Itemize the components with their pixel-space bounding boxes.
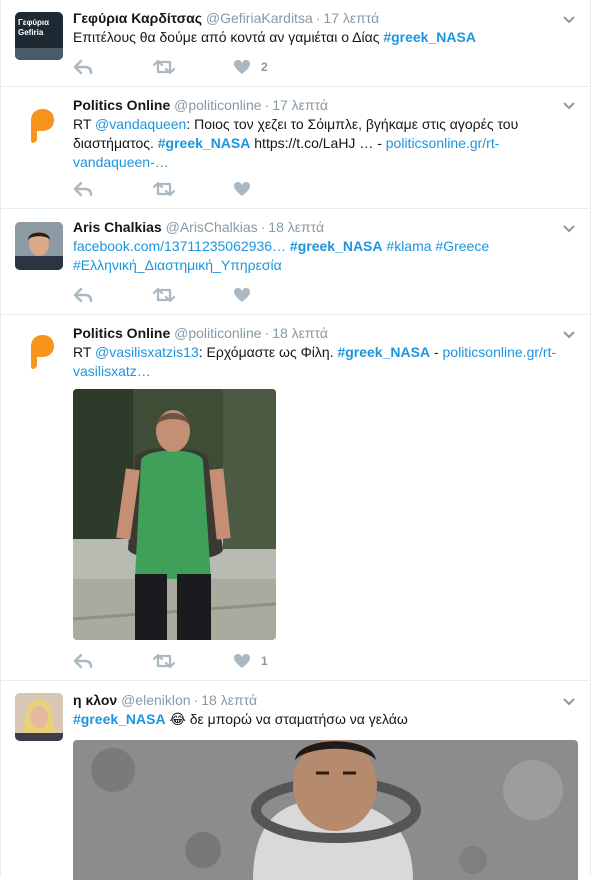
tweet-text: Επιτέλους θα δούμε από κοντά αν γαμιέται… xyxy=(73,29,476,45)
reply-button[interactable] xyxy=(73,653,153,669)
hashtag-link[interactable]: #greek_NASA xyxy=(158,135,251,151)
emoji-laughing: 😂 xyxy=(165,711,190,727)
avatar-text: Gefiria xyxy=(18,28,44,37)
tweet-header: Politics Online @politiconline · 17 λεπτά xyxy=(73,97,328,113)
reply-button[interactable] xyxy=(73,59,153,75)
tweet-header: Γεφύρια Καρδίτσας @GefiriaKarditsa · 17 λε… xyxy=(73,10,380,26)
like-button[interactable] xyxy=(233,287,313,303)
user-name[interactable]: Politics Online xyxy=(73,325,170,341)
avatar-text: Γεφύρια xyxy=(18,18,50,27)
tweet[interactable]: Aris Chalkias @ArisChalkias · 18 λεπτά fac… xyxy=(0,209,591,315)
like-button[interactable] xyxy=(233,181,313,197)
avatar[interactable] xyxy=(15,693,63,741)
like-button[interactable]: 1 xyxy=(233,653,313,669)
reply-icon xyxy=(73,287,93,303)
tweet[interactable]: Politics Online @politiconline · 18 λεπτά … xyxy=(0,315,591,681)
profile-photo xyxy=(15,693,63,741)
user-name[interactable]: Politics Online xyxy=(73,97,170,113)
tweet-time[interactable]: 18 λεπτά xyxy=(272,325,328,341)
like-button[interactable]: 2 xyxy=(233,59,313,75)
profile-photo xyxy=(15,222,63,270)
user-handle[interactable]: @ArisChalkias xyxy=(166,219,258,235)
reply-icon xyxy=(73,653,93,669)
retweet-icon xyxy=(153,181,175,197)
tweet-time[interactable]: 18 λεπτά xyxy=(268,219,324,235)
tweet-text: #greek_NASA 😂 δε μπορώ να σταματήσω να γ… xyxy=(73,711,408,727)
tweet-header: Politics Online @politiconline · 18 λεπτά xyxy=(73,325,328,341)
reply-button[interactable] xyxy=(73,181,153,197)
tweet-time[interactable]: 18 λεπτά xyxy=(201,692,257,708)
tweet[interactable]: Politics Online @politiconline · 17 λεπτά … xyxy=(0,87,591,209)
avatar[interactable] xyxy=(15,222,63,270)
retweet-icon xyxy=(153,287,175,303)
tweet[interactable]: η κλον @eleniklon · 18 λεπτά #greek_NASA 😂… xyxy=(0,681,591,880)
tweet-photo[interactable] xyxy=(73,740,578,880)
like-count: 1 xyxy=(261,654,268,668)
retweet-icon xyxy=(153,653,175,669)
user-handle[interactable]: @GefiriaKarditsa xyxy=(206,10,313,26)
heart-icon xyxy=(234,288,250,302)
tweet-text: facebook.com/13711235062936… #greek_NASA… xyxy=(73,237,566,275)
tweet-header: η κλον @eleniklon · 18 λεπτά xyxy=(73,692,258,708)
hashtag-link[interactable]: #greek_NASA xyxy=(290,238,383,254)
hashtag-link[interactable]: #greek_NASA xyxy=(73,711,166,727)
mention-link[interactable]: @vandaqueen xyxy=(95,116,186,132)
reply-icon xyxy=(73,59,93,75)
retweet-button[interactable] xyxy=(153,59,233,75)
tweet-time[interactable]: 17 λεπτά xyxy=(323,10,379,26)
url-link[interactable]: facebook.com/13711235062936… xyxy=(73,238,290,254)
retweet-button[interactable] xyxy=(153,653,233,669)
user-name[interactable]: Aris Chalkias xyxy=(73,219,162,235)
user-name[interactable]: Γεφύρια Καρδίτσας xyxy=(73,10,202,26)
avatar[interactable]: Γεφύρια Gefiria xyxy=(15,12,63,60)
photo-image xyxy=(73,740,578,880)
mention-link[interactable]: @vasilisxatzis13 xyxy=(95,344,199,360)
retweet-button[interactable] xyxy=(153,181,233,197)
like-count: 2 xyxy=(261,60,268,74)
tweet-time[interactable]: 17 λεπτά xyxy=(272,97,328,113)
retweet-button[interactable] xyxy=(153,287,233,303)
reply-icon xyxy=(73,181,93,197)
user-handle[interactable]: @politiconline xyxy=(174,325,261,341)
heart-icon xyxy=(234,182,250,196)
avatar[interactable] xyxy=(15,327,63,375)
avatar[interactable] xyxy=(15,101,63,149)
tweet-text: RT @vandaqueen: Ποιος τον χεζει το Σόιμπ… xyxy=(73,116,519,170)
politics-online-logo-icon xyxy=(31,335,54,369)
user-name[interactable]: η κλον xyxy=(73,692,117,708)
user-handle[interactable]: @eleniklon xyxy=(121,692,190,708)
photo-image xyxy=(73,389,276,640)
heart-icon xyxy=(234,654,250,668)
tweet-header: Aris Chalkias @ArisChalkias · 18 λεπτά xyxy=(73,219,325,235)
tweet-photo[interactable] xyxy=(73,389,276,640)
tweet[interactable]: Γεφύρια Gefiria Γεφύρια Καρδίτσας @Gefir… xyxy=(0,0,591,87)
hashtag-link[interactable]: #greek_NASA xyxy=(383,29,476,45)
reply-button[interactable] xyxy=(73,287,153,303)
user-handle[interactable]: @politiconline xyxy=(174,97,261,113)
retweet-icon xyxy=(153,59,175,75)
hashtag-link[interactable]: #greek_NASA xyxy=(337,344,430,360)
tweet-text: RT @vasilisxatzis13: Ερχόμαστε ως Φίλη. … xyxy=(73,344,557,379)
politics-online-logo-icon xyxy=(31,109,54,143)
heart-icon xyxy=(234,60,250,74)
